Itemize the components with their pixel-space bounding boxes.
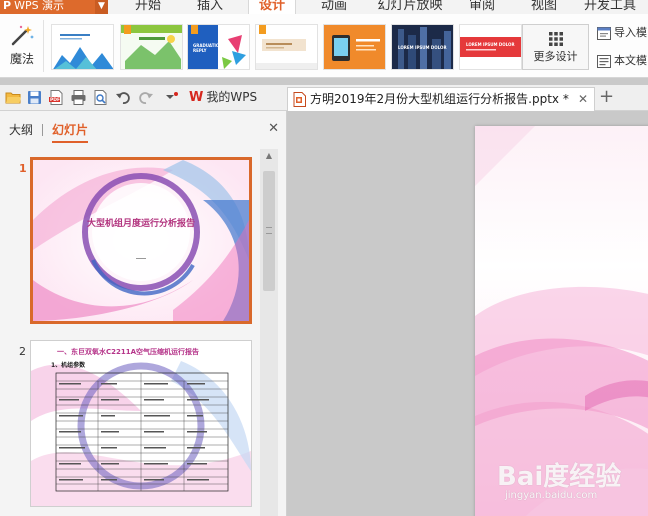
- magic-label: 魔法: [9, 52, 34, 66]
- tab-my-wps-label: 我的WPS: [206, 90, 258, 104]
- tab-design[interactable]: 设计: [248, 0, 296, 14]
- watermark-main-text: Bai度经验: [497, 462, 622, 492]
- theme-thumbnail-3[interactable]: GRADUATION REPLY: [187, 24, 250, 70]
- text-template-button[interactable]: 本文模: [597, 52, 647, 72]
- slide-2-title: 一、东巨双氧水C2211A空气压缩机运行报告: [57, 348, 200, 356]
- menu-bar: P WPS 演示 ▼ 开始 插入 设计 动画 幻灯片放映 审阅 视图 开发工具: [0, 0, 648, 14]
- document-title: 方明2019年2月份大型机组运行分析报告.pptx *: [310, 92, 569, 106]
- text-template-label: 本文模: [614, 54, 647, 67]
- theme-thumbnail-5[interactable]: [323, 24, 386, 70]
- tab-insert[interactable]: 插入: [192, 0, 228, 14]
- watermark-url: jingyan.baidu.com: [505, 490, 598, 501]
- magic-wand-icon: [11, 25, 34, 46]
- tab-slides[interactable]: 幻灯片: [52, 121, 89, 143]
- save-icon[interactable]: [26, 89, 43, 106]
- theme-6-caption: LOREM IPSUM DOLOR: [398, 45, 447, 50]
- tab-review[interactable]: 审阅: [464, 0, 500, 14]
- app-menu-button[interactable]: P WPS 演示 ▼: [0, 0, 108, 14]
- theme-thumbnail-1[interactable]: [51, 24, 114, 70]
- customize-toolbar-icon[interactable]: [163, 89, 180, 106]
- slides-pane: 大纲 幻灯片 ✕ 1 大型机组月度运行分析报告 2 一、东巨双氧水C2211A空…: [0, 111, 287, 516]
- magic-button[interactable]: 魔法: [4, 22, 40, 72]
- pane-scrollbar[interactable]: ▲: [260, 149, 278, 516]
- theme-thumbnail-7[interactable]: LOREM IPSUM DOLOR: [459, 24, 522, 70]
- scroll-thumb[interactable]: [263, 171, 275, 291]
- tab-developer[interactable]: 开发工具: [580, 0, 640, 14]
- print-preview-icon[interactable]: [92, 89, 109, 106]
- slide-1-title: 大型机组月度运行分析报告: [86, 219, 195, 229]
- pane-tabs: 大纲 幻灯片 ✕: [0, 121, 287, 145]
- svg-text:PDF: PDF: [50, 97, 60, 103]
- import-template-icon: [597, 26, 611, 40]
- chevron-down-icon[interactable]: ▼: [95, 0, 108, 14]
- tab-home[interactable]: 开始: [130, 0, 166, 14]
- new-tab-button[interactable]: +: [599, 87, 614, 107]
- tab-slideshow[interactable]: 幻灯片放映: [374, 0, 446, 14]
- theme-3-caption: GRADUATION REPLY: [193, 43, 223, 53]
- app-name: WPS 演示: [14, 0, 65, 12]
- slide-1-background: [33, 160, 249, 321]
- tab-document[interactable]: 方明2019年2月份大型机组运行分析报告.pptx * ✕: [287, 87, 595, 111]
- wps-logo-icon: P: [3, 0, 12, 12]
- scroll-up-arrow-icon[interactable]: ▲: [260, 149, 278, 162]
- text-template-icon: [597, 54, 611, 68]
- more-design-button[interactable]: 更多设计: [522, 24, 589, 70]
- tab-outline[interactable]: 大纲: [9, 121, 33, 138]
- quick-access-toolbar: PDF W 我的WPS 方明2019年2月份大型机组运行分析报告.pptx * ✕…: [0, 85, 648, 111]
- slide-number-2: 2: [19, 345, 26, 358]
- export-pdf-icon[interactable]: PDF: [48, 89, 65, 106]
- slide-thumbnail-1[interactable]: 大型机组月度运行分析报告: [30, 157, 252, 324]
- open-folder-icon[interactable]: [5, 89, 22, 106]
- baidu-watermark: Bai度经验 jingyan.baidu.com: [497, 442, 648, 512]
- wps-w-icon: W: [189, 90, 204, 105]
- close-pane-icon[interactable]: ✕: [268, 121, 279, 136]
- theme-thumbnail-2[interactable]: [120, 24, 183, 70]
- import-template-button[interactable]: 导入模: [597, 24, 647, 44]
- more-design-label: 更多设计: [533, 50, 578, 63]
- design-ribbon: 魔法 GRADUATION REPLY LOREM IPSUM DOLOR LO…: [0, 14, 648, 78]
- grid-icon: [548, 32, 563, 46]
- slide-thumbnail-2[interactable]: 一、东巨双氧水C2211A空气压缩机运行报告 1、机组参数: [30, 340, 252, 507]
- print-icon[interactable]: [70, 89, 87, 106]
- slide-number-1: 1: [19, 162, 27, 175]
- theme-thumbnail-6[interactable]: LOREM IPSUM DOLOR: [391, 24, 454, 70]
- theme-7-caption: LOREM IPSUM DOLOR: [466, 42, 515, 47]
- ribbon-divider: [43, 20, 44, 72]
- theme-thumbnail-4[interactable]: [255, 24, 318, 70]
- pane-tab-divider: [42, 124, 43, 136]
- slide-2-subtitle: 1、机组参数: [51, 362, 86, 369]
- pptx-file-icon: [293, 92, 306, 107]
- import-template-label: 导入模: [614, 26, 647, 39]
- redo-icon[interactable]: [137, 89, 154, 106]
- undo-icon[interactable]: [115, 89, 132, 106]
- scroll-grip-icon: [266, 227, 272, 234]
- tab-view[interactable]: 视图: [526, 0, 562, 14]
- tab-animation[interactable]: 动画: [316, 0, 352, 14]
- tab-my-wps[interactable]: W 我的WPS: [189, 89, 257, 108]
- close-tab-icon[interactable]: ✕: [578, 88, 588, 110]
